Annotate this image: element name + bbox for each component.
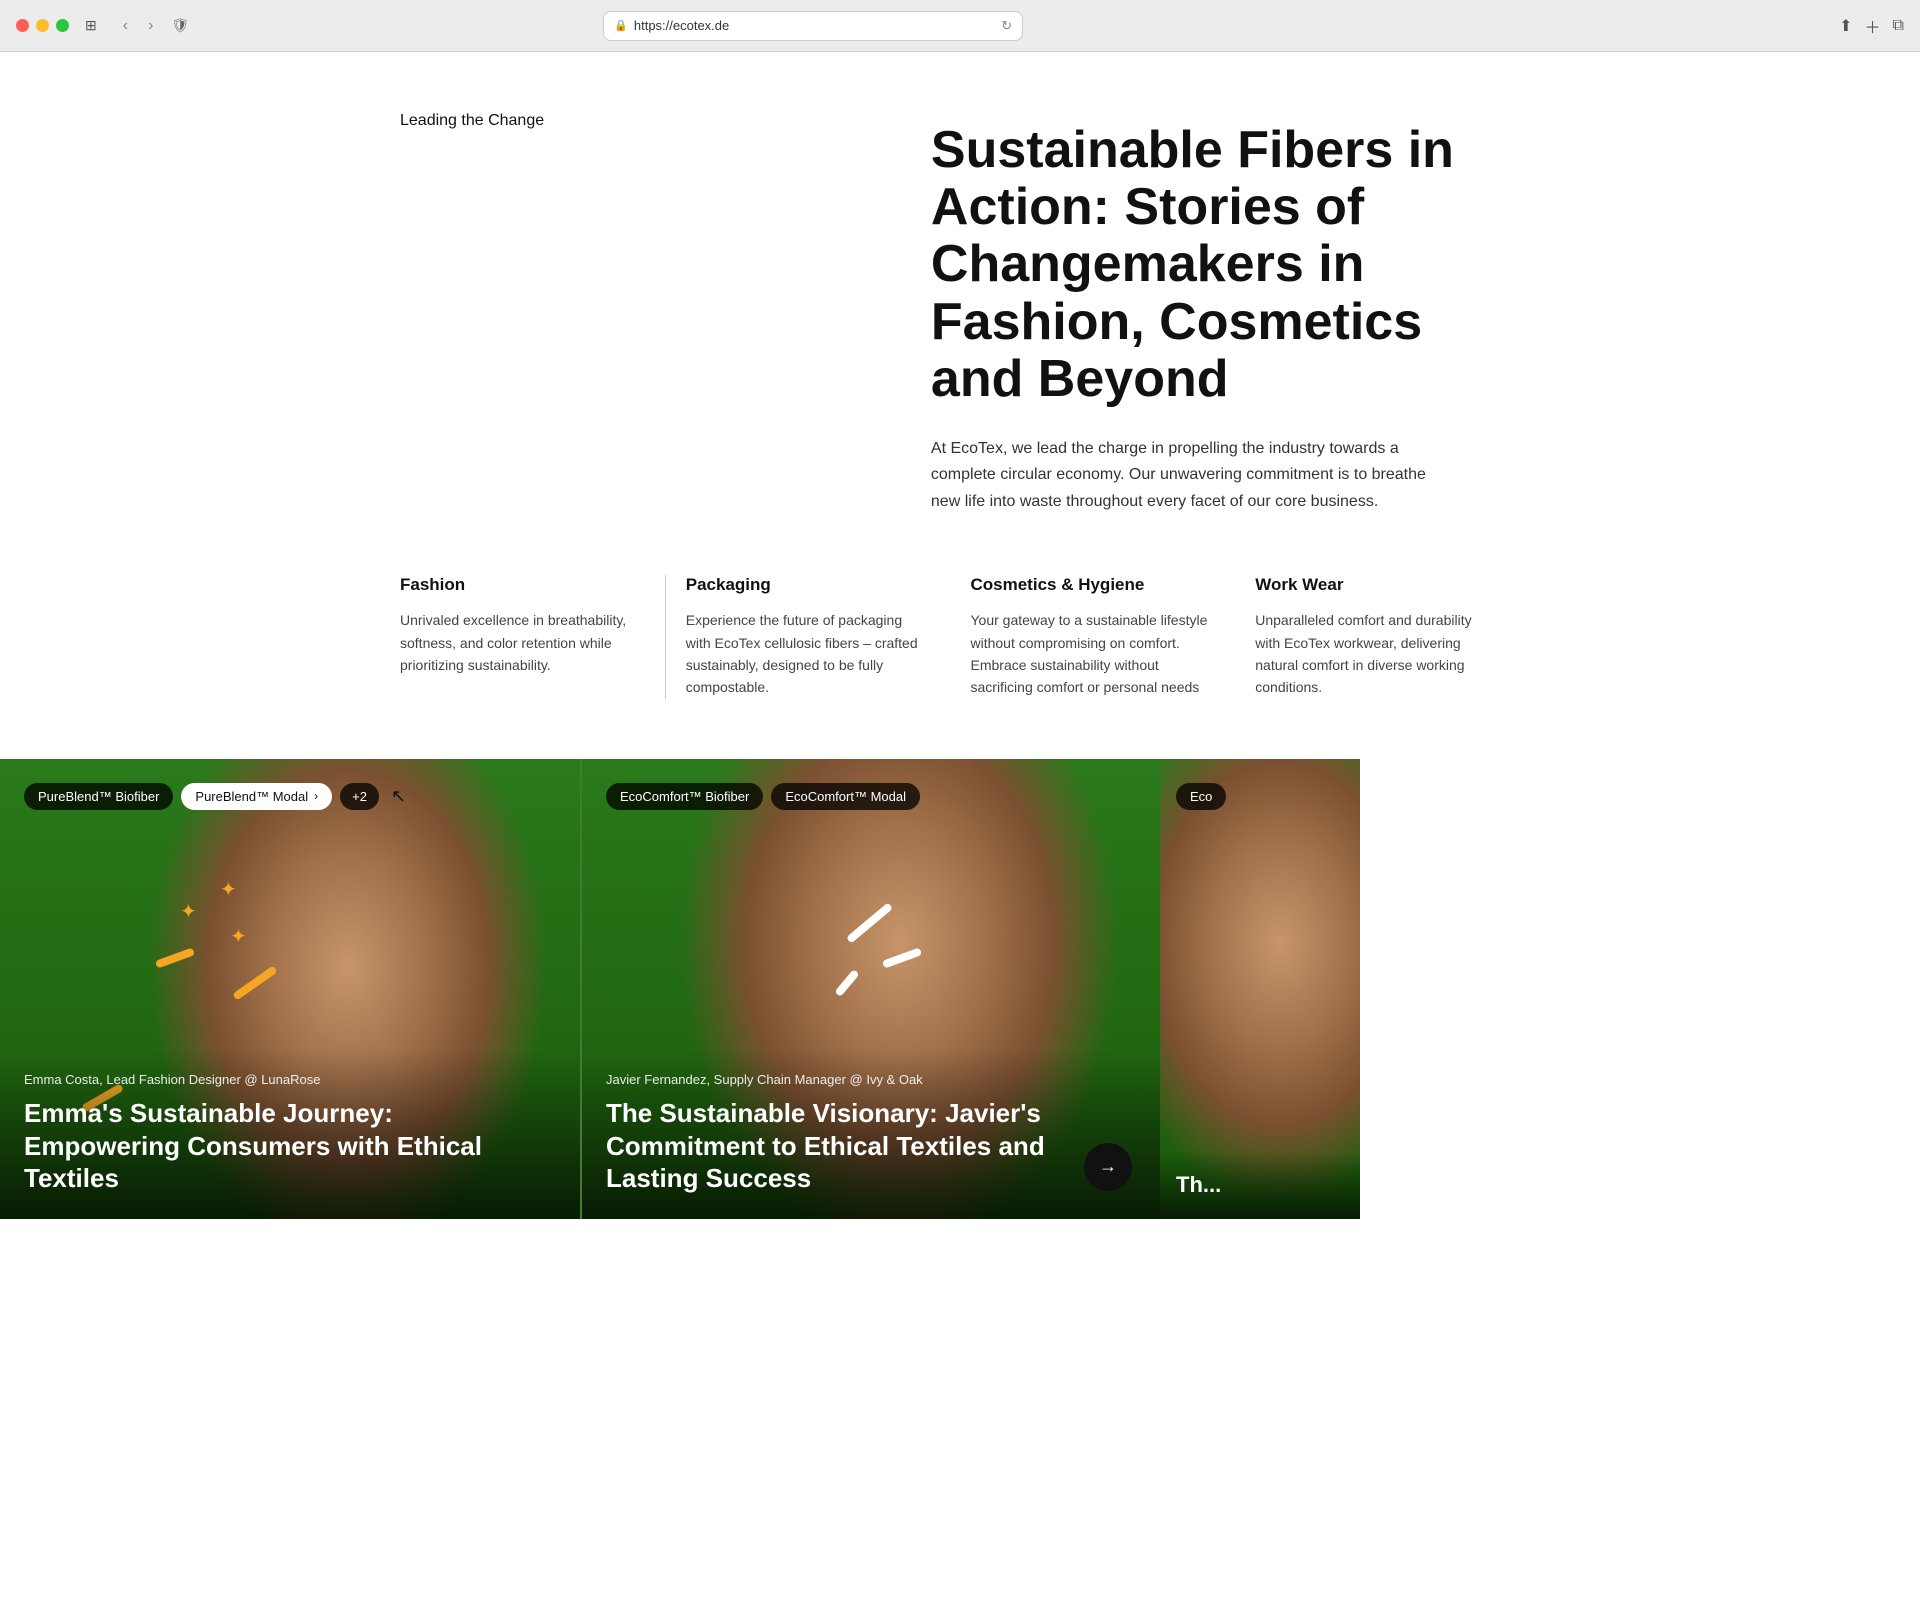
traffic-lights (16, 19, 69, 32)
card-emma-author: Emma Costa, Lead Fashion Designer @ Luna… (24, 1072, 556, 1087)
partial-overlay: Th... (1160, 1151, 1360, 1219)
card-partial[interactable]: Eco Th... (1160, 759, 1360, 1219)
browser-chrome: ⊞ ‹ › 🛡 🔒 https://ecotex.de ↻ ⬆ ＋ ⧉ (0, 0, 1920, 52)
card-javier-author: Javier Fernandez, Supply Chain Manager @… (606, 1072, 1136, 1087)
browser-nav: ‹ › (117, 15, 160, 37)
category-fashion: Fashion Unrivaled excellence in breathab… (400, 575, 666, 699)
reload-button[interactable]: ↻ (1001, 18, 1012, 34)
tag-ecocomfort-modal[interactable]: EcoComfort™ Modal (771, 783, 920, 810)
card-emma-title: Emma's Sustainable Journey: Empowering C… (24, 1097, 556, 1195)
card-javier-title: The Sustainable Visionary: Javier's Comm… (606, 1097, 1136, 1195)
forward-button[interactable]: › (142, 15, 159, 37)
tag-eco-partial[interactable]: Eco (1176, 783, 1226, 810)
next-card-button[interactable]: → (1084, 1143, 1132, 1191)
browser-actions: ⬆ ＋ ⧉ (1839, 14, 1904, 38)
url-text: https://ecotex.de (634, 18, 995, 33)
hero-description: At EcoTex, we lead the charge in propell… (931, 436, 1451, 515)
partial-title: Th... (1176, 1171, 1344, 1199)
category-packaging-desc: Experience the future of packaging with … (686, 609, 931, 699)
partial-tags: Eco (1176, 783, 1226, 810)
chevron-right-icon: › (314, 789, 318, 803)
card-emma[interactable]: ✦ ✦ ✦ PureBlend™ Biofiber PureBlend™ Mod… (0, 759, 580, 1219)
cursor-pointer: ↖ (391, 786, 406, 807)
category-workwear-desc: Unparalleled comfort and durability with… (1255, 609, 1500, 699)
card-javier[interactable]: EcoComfort™ Biofiber EcoComfort™ Modal J… (580, 759, 1160, 1219)
browser-tabs: ⊞ (85, 17, 97, 34)
leading-change-label: Leading the Change (400, 112, 891, 130)
tabs-button[interactable]: ⧉ (1893, 14, 1904, 38)
tag-ecocomfort-biofiber[interactable]: EcoComfort™ Biofiber (606, 783, 763, 810)
category-cosmetics-name: Cosmetics & Hygiene (971, 575, 1216, 595)
card-javier-overlay: Javier Fernandez, Supply Chain Manager @… (582, 1048, 1160, 1219)
tag-pureblend-biofiber[interactable]: PureBlend™ Biofiber (24, 783, 173, 810)
minimize-button[interactable] (36, 19, 49, 32)
category-packaging-name: Packaging (686, 575, 931, 595)
hero-left: Leading the Change (400, 112, 891, 515)
lock-icon: 🔒 (614, 19, 628, 32)
tag-pureblend-modal[interactable]: PureBlend™ Modal › (181, 783, 332, 810)
tab-grid-button[interactable]: ⊞ (85, 17, 97, 34)
category-cosmetics: Cosmetics & Hygiene Your gateway to a su… (971, 575, 1236, 699)
hero-right: Sustainable Fibers in Action: Stories of… (931, 112, 1520, 515)
card-emma-tags: PureBlend™ Biofiber PureBlend™ Modal › +… (24, 783, 406, 810)
address-bar[interactable]: 🔒 https://ecotex.de ↻ (603, 11, 1023, 41)
back-button[interactable]: ‹ (117, 15, 134, 37)
card-emma-overlay: Emma Costa, Lead Fashion Designer @ Luna… (0, 1048, 580, 1219)
partial-person-background (1160, 759, 1360, 1219)
share-button[interactable]: ⬆ (1839, 14, 1852, 38)
category-packaging: Packaging Experience the future of packa… (686, 575, 951, 699)
cards-section: ✦ ✦ ✦ PureBlend™ Biofiber PureBlend™ Mod… (0, 759, 1920, 1219)
category-fashion-name: Fashion (400, 575, 645, 595)
close-button[interactable] (16, 19, 29, 32)
hero-section: Leading the Change Sustainable Fibers in… (360, 52, 1560, 575)
maximize-button[interactable] (56, 19, 69, 32)
tag-count[interactable]: +2 (340, 783, 379, 810)
category-workwear-name: Work Wear (1255, 575, 1500, 595)
category-cosmetics-desc: Your gateway to a sustainable lifestyle … (971, 609, 1216, 699)
new-tab-button[interactable]: ＋ (1865, 14, 1881, 38)
page: Leading the Change Sustainable Fibers in… (0, 52, 1920, 1219)
card-javier-tags: EcoComfort™ Biofiber EcoComfort™ Modal (606, 783, 920, 810)
shield-icon: 🛡 (171, 17, 189, 34)
categories-section: Fashion Unrivaled excellence in breathab… (360, 575, 1560, 759)
category-workwear: Work Wear Unparalleled comfort and durab… (1255, 575, 1520, 699)
category-fashion-desc: Unrivaled excellence in breathability, s… (400, 609, 645, 676)
hero-title: Sustainable Fibers in Action: Stories of… (931, 122, 1520, 408)
